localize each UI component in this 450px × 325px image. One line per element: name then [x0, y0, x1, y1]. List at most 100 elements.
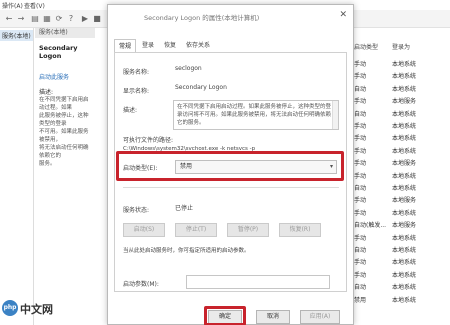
back-icon[interactable]: ← — [4, 14, 14, 24]
service-row[interactable]: 手动 本地系统 — [352, 70, 450, 81]
logon-as-cell: 本地系统 — [392, 271, 417, 279]
logon-as-cell: 本地系统 — [392, 123, 417, 130]
logon-as-cell: 本地系统 — [392, 85, 417, 93]
service-row[interactable]: 手动 本地系统 — [352, 269, 450, 280]
service-row[interactable]: 自动 本地系统 — [352, 182, 450, 193]
service-row[interactable]: 手动 本地服务 — [352, 157, 450, 168]
service-row[interactable]: 手动 本地系统 — [352, 120, 450, 131]
description-scrollbar[interactable] — [332, 101, 338, 129]
service-row[interactable]: 自动(触发... 本地服务 — [352, 219, 450, 230]
logon-as-cell: 本地系统 — [392, 73, 417, 81]
service-status-value: 已停止 — [175, 205, 194, 212]
startup-type-cell: 手动 — [354, 160, 367, 168]
properties-dialog: Secondary Logon 的属性(本地计算机) ✕ 常规 登录 恢复 依存… — [107, 4, 354, 325]
watermark-text: 中文网 — [20, 303, 53, 316]
startup-type-cell: 手动 — [354, 271, 367, 279]
startup-type-cell: 手动 — [354, 61, 367, 68]
logon-as-cell: 本地系统 — [392, 147, 417, 155]
divider — [123, 187, 339, 188]
pause-button[interactable]: 暂停(P) — [227, 223, 269, 237]
startup-type-cell: 自动 — [354, 247, 367, 254]
list-icon[interactable]: ▦ — [42, 14, 52, 24]
apply-button[interactable]: 应用(A) — [300, 310, 340, 324]
start-params-label: 启动参数(M): — [123, 281, 159, 288]
service-row[interactable]: 手动 本地系统 — [352, 207, 450, 218]
logon-as-cell: 本地系统 — [392, 61, 417, 68]
startup-type-cell: 手动 — [354, 234, 367, 242]
logon-as-cell: 本地系统 — [392, 172, 417, 180]
service-row[interactable]: 手动 本地服务 — [352, 194, 450, 205]
stop-icon[interactable]: ■ — [92, 14, 102, 24]
logon-as-cell: 本地系统 — [392, 284, 417, 292]
start-service-link[interactable]: 启动此服务 — [39, 72, 91, 81]
service-row[interactable]: 手动 本地系统 — [352, 256, 450, 267]
left-nav: 服务(本地) — [0, 28, 34, 325]
service-title: Secondary Logon — [39, 44, 78, 60]
startup-type-cell: 手动 — [354, 197, 367, 205]
service-row[interactable]: 手动 本地系统 — [352, 58, 450, 69]
service-row[interactable]: 禁用 本地系统 — [352, 294, 450, 305]
exe-path-label: 可执行文件的路径: — [123, 137, 174, 144]
startup-type-cell: 手动 — [354, 135, 367, 143]
logon-as-cell: 本地服务 — [392, 160, 417, 168]
forward-icon[interactable]: → — [16, 14, 26, 24]
startup-type-cell: 手动 — [354, 147, 367, 155]
tab-dependencies[interactable]: 依存关系 — [184, 39, 212, 53]
display-name-label: 显示名称: — [123, 88, 150, 95]
play-icon[interactable]: ▶ — [80, 14, 90, 24]
description-label: 描述: — [39, 89, 54, 96]
description-box[interactable]: 在不同凭据下启用启动过程。如果此服务被停止，这种类型的登录访问将不可用。如果此服… — [173, 100, 339, 130]
service-row[interactable]: 手动 本地系统 — [352, 232, 450, 243]
service-row[interactable]: 手动 本地服务 — [352, 95, 450, 106]
tab-logon[interactable]: 登录 — [138, 39, 158, 53]
description-pane: 服务(本地) Secondary Logon 启动此服务 描述: 在不同凭据下启… — [35, 28, 95, 325]
resume-button[interactable]: 恢复(R) — [279, 223, 321, 237]
menu-action[interactable]: 操作(A) — [2, 1, 23, 10]
startup-type-cell: 手动 — [354, 172, 367, 180]
description-text: 在不同凭据下启用启动过程。如果此服务被停止，这种类型的登录访问将不可用。如果此服… — [177, 104, 332, 126]
services-list-columns: 启动类型 登录为 手动 本地系统 手动 本地系统 自动 本地系统 手动 本地服务 自动 本地系统手… — [352, 28, 450, 325]
logon-as-cell: 本地系统 — [392, 185, 417, 192]
refresh-icon[interactable]: ⟳ — [54, 14, 64, 24]
logon-as-cell: 本地系统 — [392, 135, 417, 143]
menu-view[interactable]: 查看(V) — [24, 1, 45, 10]
description-text: 在不同凭据下启用启动过程。如果 此服务被停止，这种类型的登录 不可用。如果此服务… — [39, 97, 89, 167]
startup-type-cell: 自动 — [354, 110, 367, 118]
start-button[interactable]: 启动(S) — [123, 223, 165, 237]
stop-button[interactable]: 停止(T) — [175, 223, 217, 237]
startup-type-cell: 自动 — [354, 284, 367, 292]
service-row[interactable]: 手动 本地系统 — [352, 145, 450, 156]
service-name-value: seclogon — [175, 65, 202, 72]
logon-as-cell: 本地系统 — [392, 234, 417, 242]
cancel-button[interactable]: 取消 — [256, 310, 290, 324]
tab-general[interactable]: 常规 — [114, 39, 136, 53]
logon-as-cell: 本地服务 — [392, 222, 417, 230]
console-tree-icon[interactable]: ▤ — [30, 14, 40, 24]
column-header-startup[interactable]: 启动类型 — [354, 42, 378, 51]
logon-as-cell: 本地系统 — [392, 209, 417, 217]
help-icon[interactable]: ? — [66, 14, 76, 24]
startup-type-cell: 自动 — [354, 185, 367, 192]
tab-recovery[interactable]: 恢复 — [160, 39, 180, 53]
display-name-value: Secondary Logon — [175, 84, 227, 91]
service-row[interactable]: 手动 本地系统 — [352, 132, 450, 143]
startup-type-cell: 手动 — [354, 123, 367, 130]
service-row[interactable]: 自动 本地系统 — [352, 108, 450, 119]
service-row[interactable]: 自动 本地系统 — [352, 281, 450, 292]
startup-type-cell: 自动(触发... — [354, 222, 387, 230]
close-icon[interactable]: ✕ — [339, 10, 347, 20]
startup-type-cell: 手动 — [354, 73, 367, 81]
start-params-hint: 当从此处启动服务时，你可指定所适用的启动参数。 — [123, 248, 250, 254]
service-row[interactable]: 自动 本地系统 — [352, 83, 450, 94]
logon-as-cell: 本地服务 — [392, 197, 417, 205]
startup-type-cell: 手动 — [354, 259, 367, 267]
php-logo: php — [2, 300, 18, 316]
service-row[interactable]: 自动 本地系统 — [352, 244, 450, 255]
description-label: 描述: — [123, 107, 138, 114]
service-status-label: 服务状态: — [123, 207, 150, 214]
service-row[interactable]: 手动 本地系统 — [352, 170, 450, 181]
column-header-logon[interactable]: 登录为 — [392, 42, 410, 51]
nav-services-local[interactable]: 服务(本地) — [0, 30, 33, 41]
start-params-input[interactable] — [186, 275, 330, 289]
logon-as-cell: 本地系统 — [392, 296, 417, 304]
